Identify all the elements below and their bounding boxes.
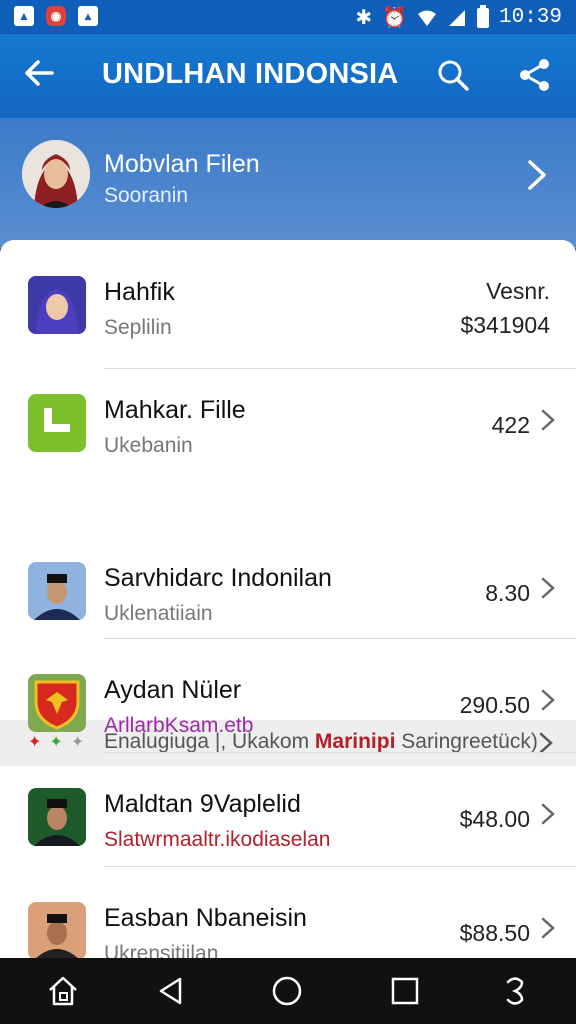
avatar (28, 788, 86, 846)
search-icon[interactable] (436, 58, 472, 94)
list-item[interactable]: Mahkar. Fille Ukebanin 422 (0, 358, 576, 470)
avatar (22, 140, 90, 208)
item-value: 422 (491, 412, 530, 438)
profile-header[interactable]: Mobvlan Filen Sooranin (0, 118, 576, 248)
wifi-icon (417, 10, 436, 26)
item-subtitle: ArllarbKsam.etb (104, 714, 254, 737)
item-title: Aydan Nüler (104, 676, 242, 704)
chevron-right-icon (540, 916, 556, 947)
bluetooth-icon: ✱ (355, 7, 373, 29)
avatar (28, 562, 86, 620)
list-item[interactable]: Hahfik Seplilin Vesnr. $341904 (0, 240, 576, 352)
assistant-icon[interactable] (498, 974, 534, 1010)
chevron-right-icon (540, 408, 556, 439)
item-value-label: Vesnr. (486, 278, 550, 304)
recents-square-icon[interactable] (388, 974, 424, 1010)
list-item[interactable]: Aydan Nüler ArllarbKsam.etb 290.50 (0, 638, 576, 750)
app-bar: UNDLHAN INDONSIA (0, 34, 576, 118)
item-title: Maldtan 9Vaplelid (104, 790, 301, 818)
list-item[interactable]: Sarvhidarc Indonilan Uklenatiiain 8.30 (0, 526, 576, 638)
profile-subtitle: Sooranin (104, 184, 189, 207)
page-title: UNDLHAN INDONSIA (102, 58, 399, 90)
share-icon[interactable] (518, 58, 554, 94)
list-item[interactable]: Maldtan 9Vaplelid Slatwrmaaltr.ikodiasel… (0, 752, 576, 864)
file-app-icon (28, 394, 86, 452)
photo-icon: ▴ (78, 6, 98, 26)
item-title: Easban Nbaneisin (104, 904, 307, 932)
chevron-right-icon (540, 688, 556, 719)
chevron-right-icon[interactable] (524, 158, 550, 201)
alarm-icon: ⏰ (382, 7, 407, 29)
avatar (28, 276, 86, 334)
signal-icon (448, 9, 465, 26)
item-subtitle: Uklenatiiain (104, 602, 213, 625)
item-value: $88.50 (459, 920, 530, 946)
system-nav-bar (0, 958, 576, 1024)
item-value: $48.00 (459, 806, 530, 832)
back-triangle-icon[interactable] (154, 974, 190, 1010)
gallery-icon: ▲ (14, 6, 34, 26)
status-bar: ▲ ◉ ▴ ✱ ⏰ 10:39 (0, 0, 576, 34)
notification-icons: ▲ ◉ ▴ (14, 6, 98, 26)
item-value: $341904 (460, 312, 550, 338)
app-notification-icon: ◉ (46, 6, 66, 26)
back-arrow-icon[interactable] (22, 56, 62, 96)
chevron-right-icon (540, 802, 556, 833)
item-title: Mahkar. Fille (104, 396, 246, 424)
avatar (28, 902, 86, 960)
item-title: Hahfik (104, 278, 175, 306)
item-value: 8.30 (485, 580, 530, 606)
item-value: 290.50 (459, 692, 530, 718)
item-title: Sarvhidarc Indonilan (104, 564, 332, 592)
battery-icon (476, 4, 489, 28)
item-subtitle: Seplilin (104, 316, 172, 339)
shield-emblem-icon (28, 674, 86, 732)
list-card: Hahfik Seplilin Vesnr. $341904 Mahkar. F… (0, 240, 576, 965)
item-subtitle: Ukebanin (104, 434, 193, 457)
home-circle-icon[interactable] (270, 974, 306, 1010)
profile-name: Mobvlan Filen (104, 150, 260, 178)
chevron-right-icon (540, 576, 556, 607)
home-outline-icon[interactable] (46, 974, 82, 1010)
item-subtitle: Slatwrmaaltr.ikodiaselan (104, 828, 331, 851)
clock: 10:39 (498, 6, 562, 29)
